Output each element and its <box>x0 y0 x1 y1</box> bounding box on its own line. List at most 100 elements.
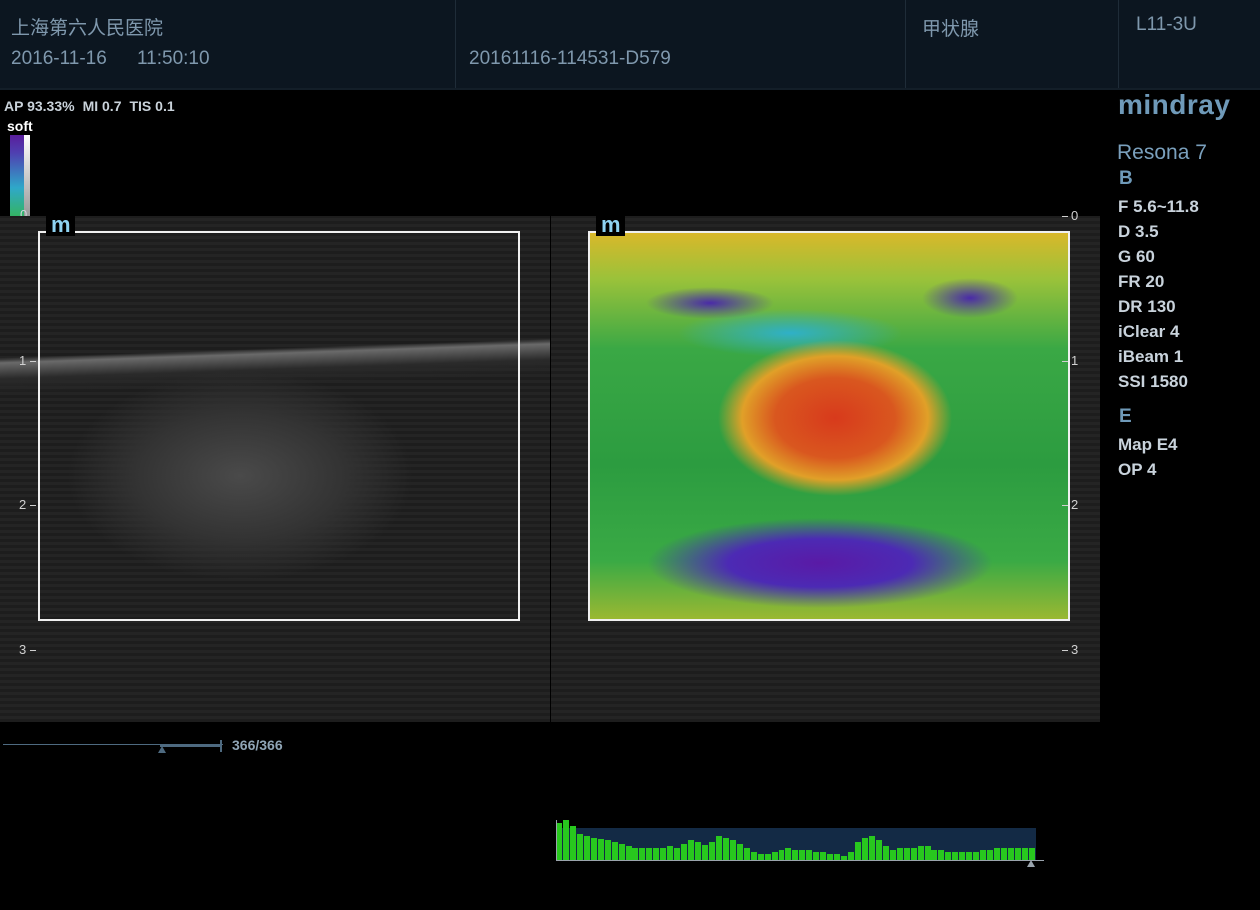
depth-label-1: 1 <box>1071 353 1079 368</box>
depth-label-2: 2 <box>19 497 27 512</box>
header-divider <box>1118 0 1119 88</box>
cine-end-marker[interactable] <box>220 740 222 752</box>
quality-bar <box>799 850 806 860</box>
ap-value: AP 93.33% <box>4 98 75 114</box>
exam-date: 2016-11-16 <box>11 48 107 69</box>
quality-bar <box>952 852 959 860</box>
quality-bar <box>736 844 743 860</box>
quality-bar <box>667 846 674 860</box>
param-frequency: F 5.6~11.8 <box>1118 197 1199 216</box>
quality-bar <box>861 838 868 860</box>
depth-tick <box>1062 361 1068 362</box>
quality-bar <box>562 820 569 860</box>
probe-name: L11-3U <box>1136 14 1197 35</box>
header-border <box>0 88 1260 90</box>
quality-bar <box>1007 848 1014 860</box>
quality-bar <box>583 836 590 860</box>
quality-bar <box>848 852 855 860</box>
quality-bar <box>966 852 973 860</box>
quality-position-marker <box>1027 860 1035 867</box>
exam-type: 甲状腺 <box>922 19 980 40</box>
param-iclear: iClear 4 <box>1118 322 1180 341</box>
quality-graph <box>556 820 1036 860</box>
brand-logo: mindray <box>1118 89 1231 120</box>
depth-tick <box>1062 650 1068 651</box>
scale-soft-label: soft <box>7 118 33 134</box>
cine-slider-range[interactable] <box>160 744 222 747</box>
quality-bar <box>569 826 576 860</box>
quality-bar <box>882 846 889 860</box>
param-op: OP 4 <box>1118 460 1157 479</box>
param-ssi: SSI 1580 <box>1118 372 1188 391</box>
param-dynamic-range: DR 130 <box>1118 297 1176 316</box>
exam-time: 11:50:10 <box>137 48 210 69</box>
quality-bar <box>729 840 736 860</box>
quality-bar <box>597 839 604 860</box>
quality-bar <box>854 842 861 860</box>
depth-tick <box>1062 505 1068 506</box>
quality-bar <box>653 848 660 860</box>
quality-bar <box>681 844 688 860</box>
elastography-roi[interactable] <box>588 231 1070 621</box>
quality-bar <box>875 840 882 860</box>
quality-bar <box>945 852 952 860</box>
quality-bar <box>750 852 757 860</box>
depth-tick <box>30 361 36 362</box>
quality-bar <box>625 846 632 860</box>
mindray-m-icon: m <box>596 214 625 236</box>
quality-bar <box>959 852 966 860</box>
quality-bar <box>646 848 653 860</box>
mindray-m-icon: m <box>46 214 75 236</box>
study-id: 20161116-114531-D579 <box>469 48 671 69</box>
quality-bar <box>695 842 702 860</box>
quality-bar <box>813 852 820 860</box>
quality-bar <box>785 848 792 860</box>
quality-bar <box>903 848 910 860</box>
b-mode-heading: B <box>1119 168 1133 189</box>
quality-bar <box>715 836 722 860</box>
quality-bar <box>708 842 715 860</box>
quality-bar <box>722 838 729 860</box>
mi-value: MI 0.7 <box>82 98 122 114</box>
quality-bar <box>778 850 785 860</box>
quality-bar <box>611 842 618 860</box>
cine-frame-counter: 366/366 <box>232 737 283 753</box>
quality-bar <box>702 845 708 860</box>
quality-bar <box>987 850 994 860</box>
quality-bar <box>632 848 639 860</box>
param-gain: G 60 <box>1118 247 1155 266</box>
quality-bar <box>924 846 931 860</box>
cine-position-marker[interactable] <box>158 746 166 753</box>
quality-bar <box>896 848 903 860</box>
quality-axis-y <box>556 820 557 861</box>
quality-bar <box>590 838 597 860</box>
quality-bar <box>674 848 681 860</box>
quality-bar <box>604 840 611 860</box>
quality-bar <box>1001 848 1007 860</box>
param-depth: D 3.5 <box>1118 222 1159 241</box>
quality-bar <box>660 848 667 860</box>
quality-bar <box>792 850 799 860</box>
quality-bar <box>820 852 827 860</box>
param-map: Map E4 <box>1118 435 1178 454</box>
quality-bar <box>743 848 750 860</box>
depth-tick <box>1062 216 1068 217</box>
quality-bar <box>688 840 695 860</box>
quality-bar <box>618 844 625 860</box>
quality-bar <box>868 836 875 860</box>
quality-bar <box>910 848 917 860</box>
depth-tick <box>30 505 36 506</box>
tis-value: TIS 0.1 <box>129 98 175 114</box>
header-divider <box>455 0 456 88</box>
quality-bar <box>973 852 980 860</box>
acoustic-output: AP 93.33% MI 0.7 TIS 0.1 <box>4 98 183 114</box>
quality-bar <box>1021 848 1028 860</box>
quality-bar <box>1028 848 1035 860</box>
depth-label-0: 0 <box>1071 208 1079 223</box>
quality-bar <box>771 852 778 860</box>
quality-bar <box>639 848 646 860</box>
e-mode-heading: E <box>1119 406 1132 427</box>
roi-box-left[interactable] <box>38 231 520 621</box>
depth-tick <box>30 650 36 651</box>
quality-bar <box>980 850 987 860</box>
